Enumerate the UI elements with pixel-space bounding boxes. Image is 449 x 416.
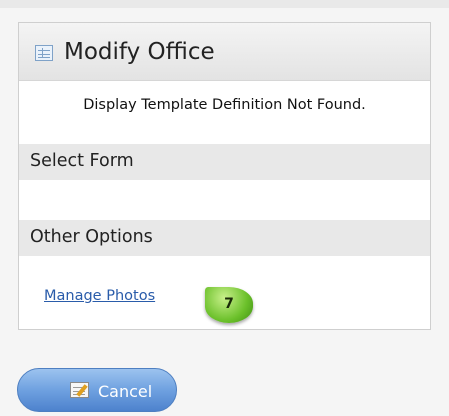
form-icon xyxy=(35,45,53,61)
other-options-heading: Other Options xyxy=(30,227,153,247)
modify-office-panel: Modify Office Display Template Definitio… xyxy=(18,22,431,330)
panel-header: Modify Office xyxy=(19,23,430,81)
top-border xyxy=(0,0,449,8)
select-form-heading: Select Form xyxy=(30,151,134,171)
select-form-section-header: Select Form xyxy=(19,144,430,180)
step-badge: 7 xyxy=(205,287,253,323)
cancel-button-label: Cancel xyxy=(98,382,153,401)
status-message: Display Template Definition Not Found. xyxy=(83,97,366,113)
edit-cancel-icon xyxy=(70,382,89,398)
other-options-section-header: Other Options xyxy=(19,220,430,256)
step-badge-number: 7 xyxy=(224,296,234,312)
page-title: Modify Office xyxy=(64,39,215,65)
manage-photos-link[interactable]: Manage Photos xyxy=(44,288,155,304)
cancel-button[interactable]: Cancel xyxy=(17,368,177,412)
